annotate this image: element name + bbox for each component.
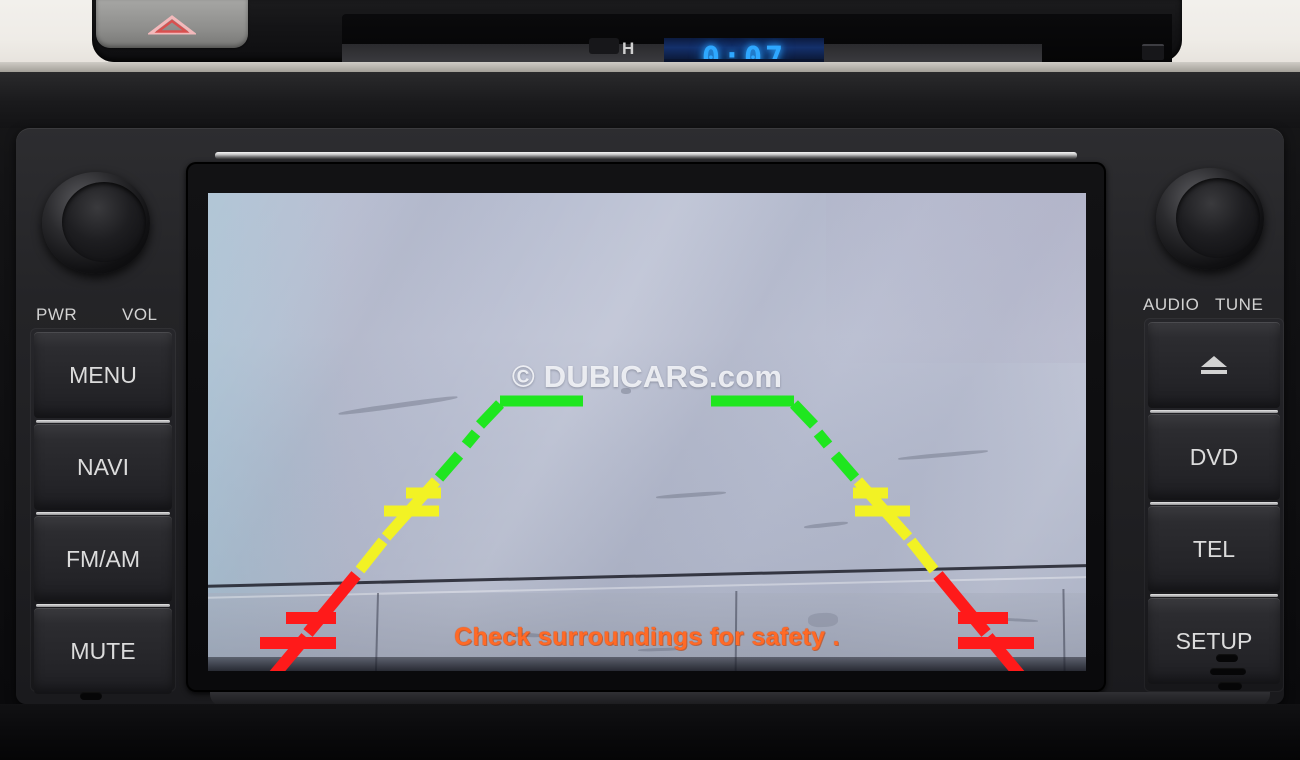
- lower-dashboard: [0, 704, 1300, 760]
- tel-button[interactable]: TEL: [1148, 506, 1280, 592]
- camera-display-screen[interactable]: © DUBICARS.com Check surroundings for sa…: [208, 193, 1086, 671]
- pwr-label: PWR: [36, 305, 78, 324]
- button-divider: [36, 420, 170, 423]
- vol-label: VOL: [122, 305, 158, 324]
- dubicars-watermark: © DUBICARS.com: [511, 359, 783, 394]
- right-button-column: DVD TEL SETUP: [1144, 318, 1284, 692]
- button-divider: [1150, 410, 1278, 413]
- center-cluster-housing: H 0:07: [92, 0, 1182, 62]
- tune-label: TUNE: [1215, 295, 1264, 314]
- dvd-button[interactable]: DVD: [1148, 414, 1280, 500]
- button-divider: [1150, 594, 1278, 597]
- left-button-column: MENU NAVI FM/AM MUTE: [30, 328, 176, 694]
- dashboard-shade: [0, 72, 1300, 128]
- menu-button[interactable]: MENU: [34, 332, 172, 418]
- temperature-indicator: H: [622, 39, 635, 58]
- button-divider: [36, 512, 170, 515]
- cluster-control-knob[interactable]: [589, 38, 619, 54]
- floor-shadow: [208, 657, 1086, 671]
- camera-tint-right: [826, 193, 1086, 363]
- power-volume-knob[interactable]: [34, 168, 158, 282]
- hazard-warning-button[interactable]: [96, 0, 248, 48]
- audio-tune-knob[interactable]: [1148, 164, 1272, 278]
- button-divider: [1150, 502, 1278, 505]
- knob-face: [1176, 178, 1260, 258]
- fm-am-button[interactable]: FM/AM: [34, 516, 172, 602]
- infotainment-screenshot: H 0:07 © DUBICARS.com Check surroundings…: [0, 0, 1300, 760]
- mute-button[interactable]: MUTE: [34, 608, 172, 694]
- button-divider: [36, 604, 170, 607]
- safety-warning-text: Check surroundings for safety .: [454, 623, 840, 651]
- screen-chrome-trim: [215, 152, 1077, 159]
- eject-icon: [1201, 356, 1227, 374]
- knob-body: [1156, 168, 1264, 270]
- cluster-vent-slot: [1142, 44, 1164, 60]
- clock-display: 0:07: [664, 38, 824, 62]
- audio-label: AUDIO: [1143, 295, 1200, 314]
- navi-button[interactable]: NAVI: [34, 424, 172, 510]
- eject-button[interactable]: [1148, 322, 1280, 408]
- knob-face: [62, 182, 146, 262]
- knob-body: [42, 172, 150, 274]
- hazard-triangle-icon: [148, 15, 196, 35]
